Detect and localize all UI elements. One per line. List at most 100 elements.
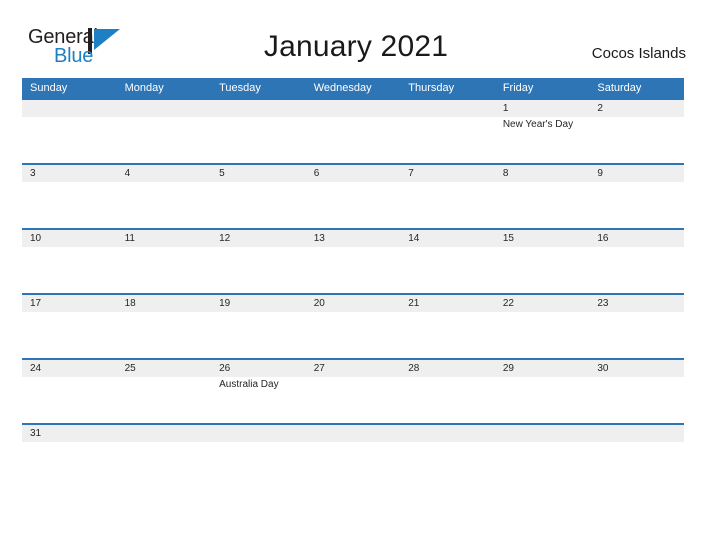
weekday-header-row: Sunday Monday Tuesday Wednesday Thursday… <box>22 78 684 98</box>
day-cell[interactable]: 9 <box>589 165 684 228</box>
day-cell[interactable]: 10 <box>22 230 117 293</box>
weekday-wednesday: Wednesday <box>313 82 372 94</box>
day-number: 25 <box>124 363 136 374</box>
day-cell[interactable] <box>495 425 590 463</box>
day-number: 22 <box>502 298 514 309</box>
day-number <box>314 425 401 442</box>
day-number: 2 <box>597 103 603 114</box>
day-cell[interactable]: 7 <box>400 165 495 228</box>
weekday-thursday: Thursday <box>408 82 455 94</box>
day-cell[interactable]: 16 <box>589 230 684 293</box>
day-number: 13 <box>313 233 325 244</box>
day-number: 20 <box>313 298 325 309</box>
day-number <box>503 425 590 442</box>
day-cell[interactable] <box>117 425 212 463</box>
day-cell[interactable] <box>211 425 306 463</box>
day-number: 16 <box>597 233 609 244</box>
day-cell[interactable]: 26 Australia Day <box>211 360 306 423</box>
day-cell[interactable]: 15 <box>495 230 590 293</box>
day-cell[interactable]: 2 <box>589 100 684 163</box>
day-number: 27 <box>313 363 325 374</box>
day-cell[interactable] <box>400 100 495 163</box>
day-cell[interactable]: 28 <box>400 360 495 423</box>
calendar-grid: Sunday Monday Tuesday Wednesday Thursday… <box>22 78 684 463</box>
day-cell[interactable]: 12 <box>211 230 306 293</box>
day-cell[interactable]: 27 <box>306 360 401 423</box>
weekday-sunday: Sunday <box>30 82 68 94</box>
day-number <box>597 425 684 442</box>
day-cell[interactable]: 14 <box>400 230 495 293</box>
day-number: 3 <box>30 168 36 179</box>
day-cell[interactable]: 21 <box>400 295 495 358</box>
day-cell[interactable]: 31 <box>22 425 117 463</box>
day-cell[interactable]: 3 <box>22 165 117 228</box>
day-number: 31 <box>30 428 42 439</box>
day-number: 9 <box>597 168 603 179</box>
day-cell[interactable]: 17 <box>22 295 117 358</box>
weekday-saturday: Saturday <box>597 82 642 94</box>
day-number: 8 <box>502 168 509 179</box>
day-event: New Year's Day <box>502 119 574 130</box>
day-cell[interactable] <box>211 100 306 163</box>
day-number: 14 <box>408 233 420 244</box>
day-cell[interactable]: 5 <box>211 165 306 228</box>
day-event: Australia Day <box>219 379 279 390</box>
week-row: 3 4 5 6 7 8 9 <box>22 163 684 228</box>
week-row: 17 18 19 20 21 22 23 <box>22 293 684 358</box>
day-number <box>30 100 117 117</box>
day-number: 29 <box>502 363 514 374</box>
week-row: 31 <box>22 423 684 463</box>
weekday-monday: Monday <box>124 82 164 94</box>
day-number <box>219 425 306 442</box>
day-cell[interactable]: 8 <box>495 165 590 228</box>
day-number: 1 <box>502 103 509 114</box>
day-number: 5 <box>219 168 225 179</box>
day-cell[interactable]: 1 New Year's Day <box>495 100 590 163</box>
day-number: 6 <box>313 168 320 179</box>
day-number: 7 <box>408 168 414 179</box>
day-number <box>219 100 306 117</box>
day-number <box>125 425 212 442</box>
day-number: 21 <box>408 298 420 309</box>
day-number: 4 <box>124 168 131 179</box>
day-number: 11 <box>124 233 135 244</box>
day-number: 24 <box>30 363 42 374</box>
page-header: General Blue January 2021 Cocos Islands <box>0 0 712 78</box>
day-number: 10 <box>30 233 42 244</box>
week-row: 1 New Year's Day 2 <box>22 98 684 163</box>
day-cell[interactable]: 25 <box>117 360 212 423</box>
day-cell[interactable]: 24 <box>22 360 117 423</box>
day-cell[interactable]: 23 <box>589 295 684 358</box>
day-cell[interactable] <box>117 100 212 163</box>
day-cell[interactable] <box>306 425 401 463</box>
day-number: 26 <box>219 363 231 374</box>
weekday-tuesday: Tuesday <box>219 82 261 94</box>
day-cell[interactable] <box>589 425 684 463</box>
weekday-friday: Friday <box>502 82 534 94</box>
day-number: 30 <box>597 363 609 374</box>
day-cell[interactable]: 20 <box>306 295 401 358</box>
day-cell[interactable]: 30 <box>589 360 684 423</box>
day-cell[interactable]: 4 <box>117 165 212 228</box>
day-cell[interactable]: 11 <box>117 230 212 293</box>
day-cell[interactable]: 29 <box>495 360 590 423</box>
day-cell[interactable]: 19 <box>211 295 306 358</box>
locale-label: Cocos Islands <box>591 45 686 62</box>
day-number <box>125 100 212 117</box>
day-cell[interactable]: 18 <box>117 295 212 358</box>
day-cell[interactable]: 13 <box>306 230 401 293</box>
week-row: 24 25 26 Australia Day 27 28 29 30 <box>22 358 684 423</box>
day-cell[interactable]: 6 <box>306 165 401 228</box>
day-number: 18 <box>124 298 136 309</box>
day-cell[interactable] <box>22 100 117 163</box>
week-row: 10 11 12 13 14 15 16 <box>22 228 684 293</box>
day-number: 28 <box>408 363 420 374</box>
day-number: 17 <box>30 298 42 309</box>
day-number: 19 <box>219 298 231 309</box>
day-number: 23 <box>597 298 609 309</box>
day-number <box>408 425 495 442</box>
day-cell[interactable]: 22 <box>495 295 590 358</box>
day-cell[interactable] <box>400 425 495 463</box>
day-cell[interactable] <box>306 100 401 163</box>
day-number <box>408 100 495 117</box>
